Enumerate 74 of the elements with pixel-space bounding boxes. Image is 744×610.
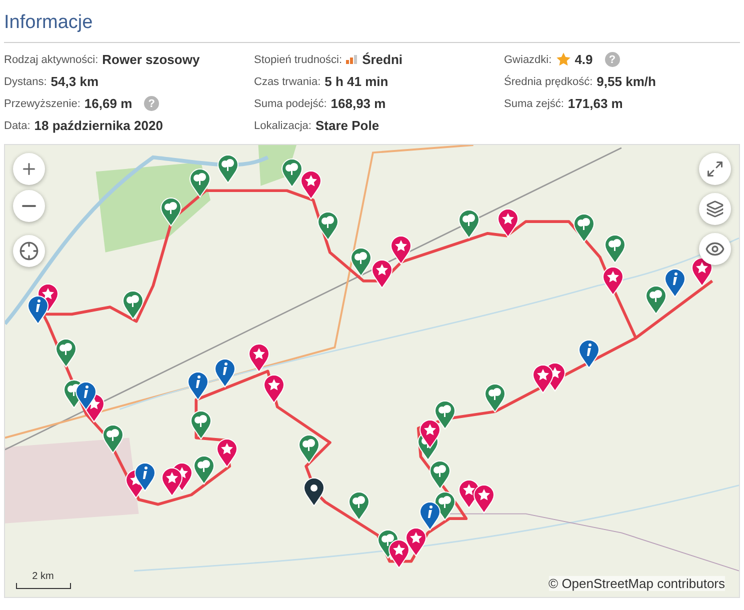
detail-value: 54,3 km	[50, 74, 98, 89]
detail-label: Stopień trudności:	[254, 54, 342, 66]
minus-icon	[22, 205, 36, 207]
tree-pin-icon[interactable]	[192, 455, 215, 486]
tree-pin-icon[interactable]	[484, 383, 506, 414]
info-pin-icon[interactable]	[578, 338, 600, 369]
star-pin-icon[interactable]	[472, 484, 495, 514]
detail-label: Suma podejść:	[254, 98, 327, 110]
tree-pin-icon[interactable]	[55, 338, 78, 368]
tree-pin-icon[interactable]	[316, 211, 339, 242]
info-pin-icon[interactable]	[418, 500, 441, 531]
star-pin-icon[interactable]	[497, 208, 520, 238]
tree-pin-icon[interactable]	[429, 460, 452, 490]
detail-label: Przewyższenie:	[4, 98, 80, 110]
star-pin-icon[interactable]	[371, 258, 394, 289]
detail-label: Suma zejść:	[504, 98, 564, 110]
info-pin-icon[interactable]	[664, 268, 686, 298]
detail-label: Lokalizacja:	[254, 120, 312, 132]
tree-pin-icon[interactable]	[573, 213, 595, 244]
tree-pin-icon[interactable]	[348, 490, 370, 521]
tree-pin-icon[interactable]	[160, 196, 182, 227]
star-pin-icon[interactable]	[248, 342, 270, 373]
tree-pin-icon[interactable]	[604, 234, 626, 264]
tree-pin-icon[interactable]	[350, 246, 372, 277]
star-pin-icon[interactable]	[602, 266, 624, 296]
detail-label: Rodzaj aktywności:	[4, 54, 98, 66]
detail-label: Czas trwania:	[254, 76, 321, 88]
scale-bar	[16, 583, 70, 589]
star-pin-icon[interactable]	[404, 526, 427, 557]
crosshair-icon	[19, 241, 39, 261]
detail-value: 4.9	[574, 52, 593, 67]
tree-pin-icon[interactable]	[102, 424, 124, 454]
tree-pin-icon[interactable]	[434, 400, 456, 430]
location-pin-icon[interactable]	[302, 476, 325, 507]
detail-label: Gwiazdki:	[504, 54, 552, 66]
star-pin-icon[interactable]	[161, 467, 184, 498]
star-pin-icon[interactable]	[532, 364, 554, 394]
layers-icon	[706, 200, 724, 218]
info-pin-icon[interactable]	[27, 294, 50, 325]
info-pin-icon[interactable]	[75, 380, 98, 411]
map-attribution[interactable]: © OpenStreetMap contributors	[548, 576, 725, 591]
plus-icon	[20, 160, 38, 178]
detail-value: 16,69 m	[84, 96, 132, 111]
star-pin-icon[interactable]	[262, 374, 285, 404]
detail-value: 9,55 km/h	[596, 74, 656, 89]
detail-value: 18 października 2020	[34, 118, 163, 133]
star-pin-icon[interactable]	[216, 438, 238, 468]
tree-pin-icon[interactable]	[644, 285, 667, 316]
fullscreen-icon	[706, 160, 724, 178]
star-pin-icon[interactable]	[390, 234, 412, 265]
detail-label: Dystans:	[4, 76, 47, 88]
info-pin-icon[interactable]	[134, 462, 156, 492]
tree-pin-icon[interactable]	[458, 208, 480, 239]
tree-pin-icon[interactable]	[298, 434, 320, 464]
tree-pin-icon[interactable]	[281, 158, 304, 188]
star-pin-icon[interactable]	[388, 538, 410, 569]
tree-pin-icon[interactable]	[189, 168, 212, 198]
section-title: Informacje	[4, 12, 740, 43]
detail-label: Data:	[4, 120, 30, 132]
info-pin-icon[interactable]	[214, 358, 236, 388]
tree-pin-icon[interactable]	[190, 410, 212, 440]
detail-label: Średnia prędkość:	[504, 76, 593, 88]
tree-pin-icon[interactable]	[122, 290, 144, 320]
info-pin-icon[interactable]	[186, 371, 209, 402]
detail-value: Rower szosowy	[102, 52, 200, 67]
detail-value: Średni	[362, 52, 403, 67]
star-pin-icon[interactable]	[300, 170, 322, 200]
detail-value: 5 h 41 min	[324, 74, 388, 89]
scale-label: 2 km	[32, 571, 54, 583]
star-icon	[556, 52, 571, 67]
detail-value: Stare Pole	[315, 118, 380, 133]
detail-value: 168,93 m	[330, 96, 386, 111]
detail-value: 171,63 m	[568, 96, 623, 111]
tree-pin-icon[interactable]	[216, 154, 238, 184]
